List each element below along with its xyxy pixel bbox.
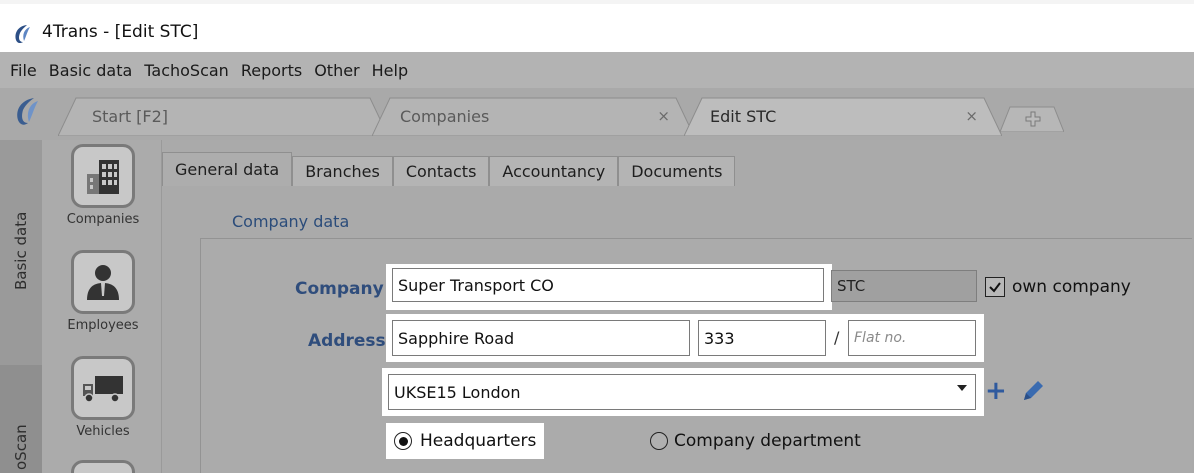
tab-general-data[interactable]: General data bbox=[162, 152, 293, 186]
subtab-bar: General data Branches Contacts Accountan… bbox=[162, 152, 736, 190]
person-icon bbox=[87, 265, 119, 300]
company-data-heading: Company data bbox=[232, 212, 350, 231]
number-separator: / bbox=[834, 328, 840, 347]
close-icon[interactable]: × bbox=[965, 107, 978, 125]
tab-companies[interactable]: Companies × bbox=[372, 96, 694, 136]
edit-city-icon[interactable] bbox=[1019, 377, 1047, 405]
tab-branches[interactable]: Branches bbox=[292, 156, 393, 186]
section-strip: Basic data oScan bbox=[0, 140, 42, 473]
building-icon bbox=[87, 160, 119, 194]
checkmark-icon bbox=[989, 282, 1001, 293]
companies-button[interactable]: Companies bbox=[60, 144, 146, 227]
company-name-input[interactable]: Super Transport CO bbox=[392, 268, 824, 302]
company-label: Company bbox=[295, 279, 384, 299]
tab-edit-stc[interactable]: Edit STC × bbox=[684, 96, 1002, 136]
vehicles-caption: Vehicles bbox=[76, 424, 130, 439]
company-code-field[interactable]: STC bbox=[831, 270, 977, 302]
plus-icon bbox=[1025, 111, 1041, 127]
street-input[interactable]: Sapphire Road bbox=[392, 320, 690, 356]
city-select-value: UKSE15 London bbox=[394, 382, 521, 402]
menu-basic-data[interactable]: Basic data bbox=[49, 61, 132, 80]
menu-other[interactable]: Other bbox=[314, 61, 359, 80]
company-department-radio[interactable] bbox=[650, 432, 668, 450]
section-basic-data-label: Basic data bbox=[12, 211, 30, 290]
address-label: Address bbox=[308, 331, 386, 351]
flat-number-input[interactable]: Flat no. bbox=[848, 320, 976, 356]
tab-start[interactable]: Start [F2] bbox=[58, 96, 388, 136]
more-module-button[interactable] bbox=[60, 460, 146, 473]
tab-documents[interactable]: Documents bbox=[618, 156, 736, 186]
chevron-down-icon[interactable] bbox=[957, 385, 967, 391]
truck-icon bbox=[83, 376, 123, 403]
companies-caption: Companies bbox=[66, 212, 140, 227]
own-company-checkbox[interactable] bbox=[985, 277, 1005, 297]
headquarters-label: Headquarters bbox=[420, 431, 537, 451]
close-icon[interactable]: × bbox=[657, 107, 670, 125]
title-bar: 4Trans - [Edit STC] bbox=[0, 0, 1194, 52]
app-logo-icon bbox=[15, 25, 30, 44]
headquarters-radio[interactable] bbox=[394, 432, 412, 450]
house-number-input[interactable]: 333 bbox=[698, 320, 826, 356]
vehicles-button[interactable]: Vehicles bbox=[60, 356, 146, 439]
menu-help[interactable]: Help bbox=[372, 61, 408, 80]
tab-companies-label: Companies bbox=[400, 106, 490, 126]
menu-tachoscan[interactable]: TachoScan bbox=[144, 61, 229, 80]
module-sidebar: Companies Employees Vehicles bbox=[42, 140, 162, 473]
menu-reports[interactable]: Reports bbox=[241, 61, 302, 80]
tab-accountancy[interactable]: Accountancy bbox=[489, 156, 619, 186]
new-tab-button[interactable] bbox=[1000, 106, 1064, 132]
tab-edit-stc-label: Edit STC bbox=[710, 106, 777, 126]
window-title: 4Trans - [Edit STC] bbox=[42, 22, 199, 42]
own-company-label: own company bbox=[1012, 277, 1131, 297]
company-department-label: Company department bbox=[674, 431, 861, 451]
tab-contacts[interactable]: Contacts bbox=[392, 156, 490, 186]
tab-start-label: Start [F2] bbox=[92, 106, 169, 126]
menu-file[interactable]: File bbox=[10, 61, 37, 80]
menu-bar: File Basic data TachoScan Reports Other … bbox=[0, 52, 1194, 88]
city-select[interactable]: UKSE15 London bbox=[388, 374, 976, 410]
document-tab-strip: Start [F2] Companies × Edit STC × bbox=[0, 88, 1194, 140]
section-tachoscan-label: oScan bbox=[12, 424, 30, 470]
add-city-icon[interactable]: + bbox=[985, 378, 1007, 404]
employees-caption: Employees bbox=[67, 318, 139, 333]
app-logo-icon[interactable] bbox=[12, 96, 40, 128]
employees-button[interactable]: Employees bbox=[60, 250, 146, 333]
